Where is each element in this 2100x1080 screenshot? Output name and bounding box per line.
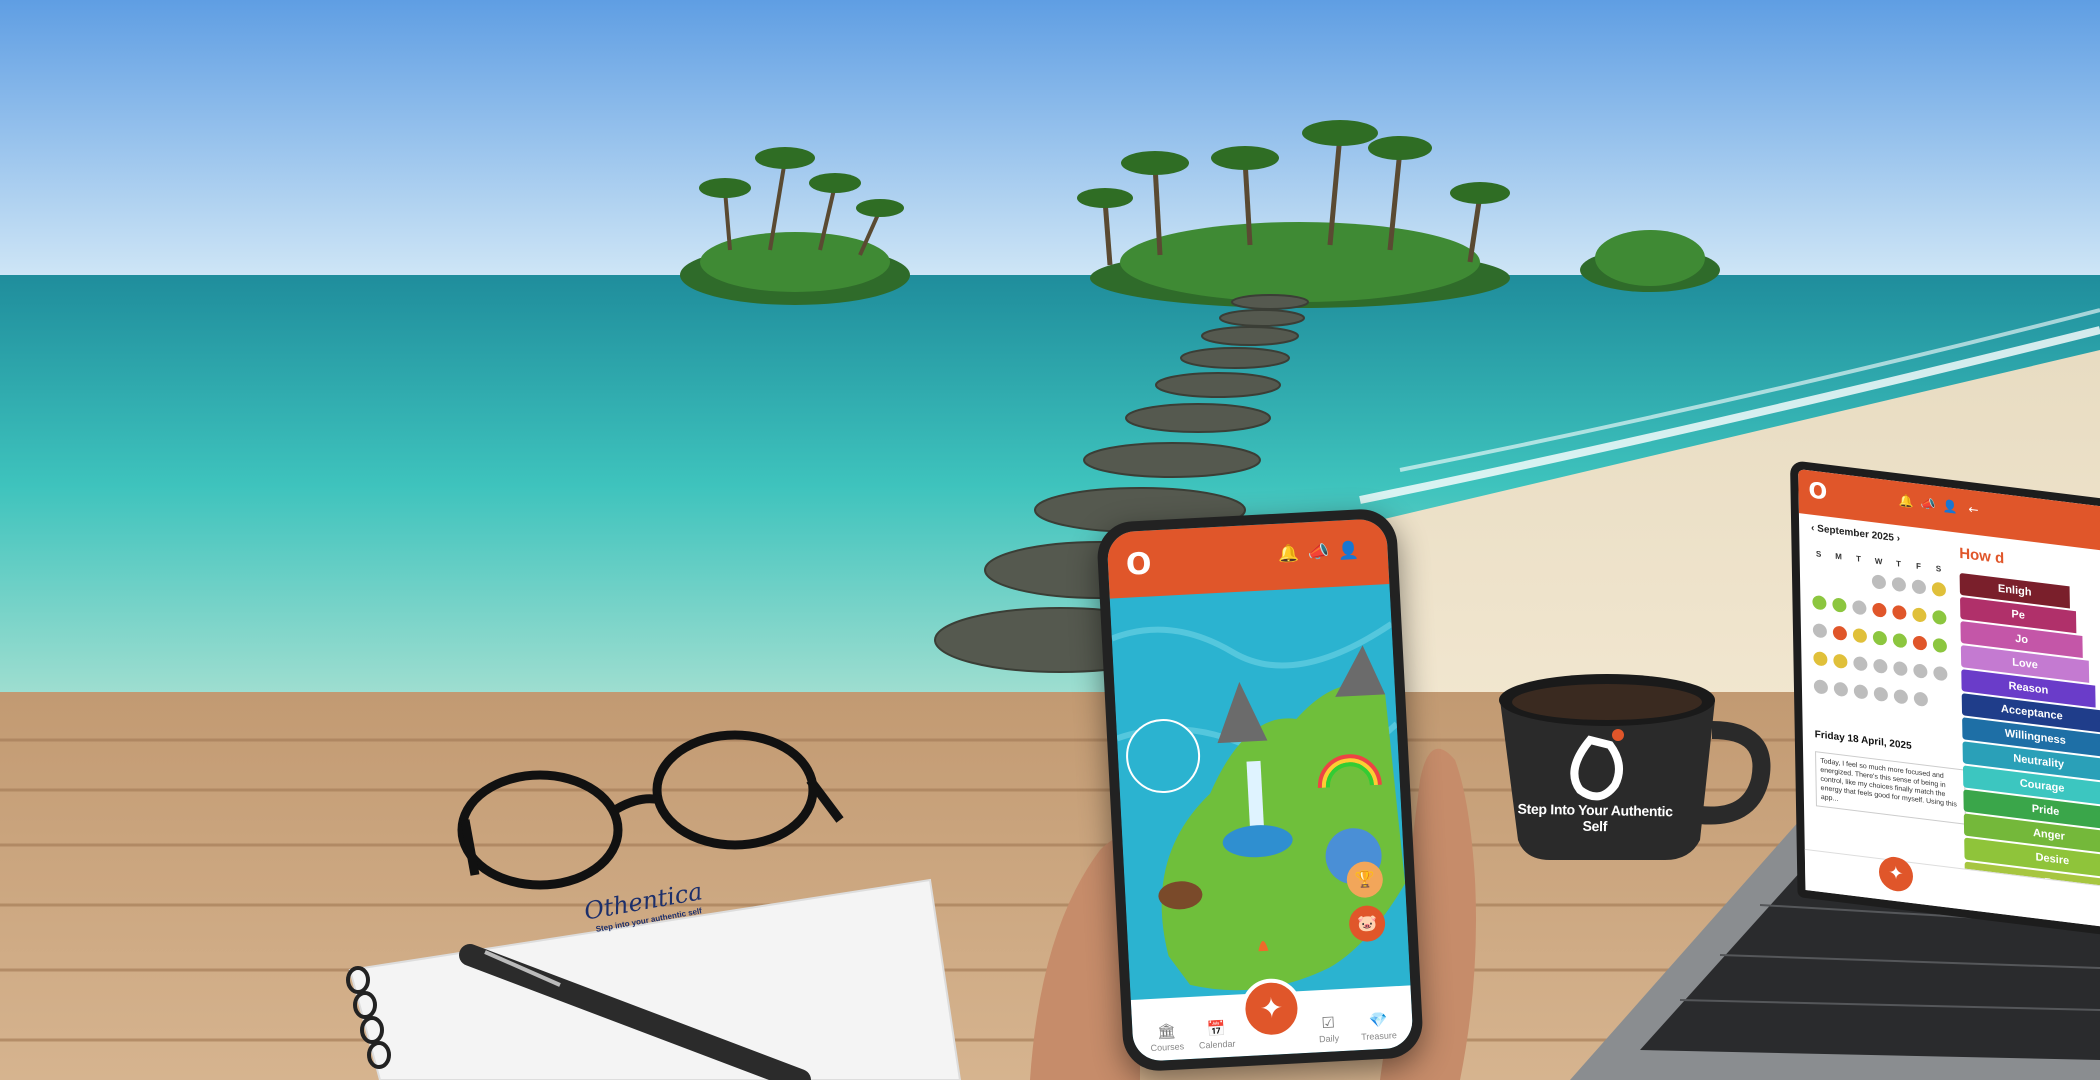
sky	[0, 0, 2100, 278]
megaphone-icon[interactable]: 📣	[1920, 496, 1935, 512]
nav-calendar-label: Calendar	[1198, 1038, 1236, 1051]
beach-scene	[0, 0, 2100, 1080]
calendar-day[interactable]	[1813, 650, 1828, 667]
nav-treasure-label: Treasure	[1360, 1030, 1398, 1043]
user-icon[interactable]: 👤	[1942, 499, 1957, 515]
calendar-day[interactable]	[1913, 691, 1928, 708]
checklist-icon: ☑	[1321, 1013, 1336, 1033]
calendar-day[interactable]	[1812, 622, 1828, 639]
calendar-day[interactable]	[1853, 655, 1868, 672]
calendar-day[interactable]	[1892, 632, 1908, 649]
calendar-day[interactable]	[1812, 594, 1827, 611]
calendar-day[interactable]	[1852, 599, 1867, 616]
calendar-day[interactable]	[1833, 681, 1849, 698]
journal-entry[interactable]: Today, I feel so much more focused and e…	[1815, 751, 1966, 825]
calendar-day[interactable]	[1873, 658, 1888, 675]
calendar-day[interactable]	[1911, 579, 1927, 595]
calendar-day[interactable]	[1813, 678, 1829, 695]
weekday-label: S	[1815, 549, 1822, 559]
bell-icon[interactable]: 🔔	[1898, 493, 1913, 509]
weekday-label: F	[1916, 561, 1922, 572]
nav-courses[interactable]: 🏛 Courses	[1142, 1021, 1192, 1053]
compass-button[interactable]: ✦	[1878, 854, 1914, 894]
calendar-day[interactable]	[1932, 609, 1947, 626]
app-logo: O	[1125, 546, 1153, 583]
calendar-day[interactable]	[1933, 665, 1948, 682]
weekday-label: M	[1835, 551, 1842, 562]
mood-prompt: How d	[1959, 544, 2005, 568]
calendar-day[interactable]	[1832, 625, 1848, 642]
weekday-label: W	[1874, 556, 1883, 567]
month-selector[interactable]: ‹ September 2025 ›	[1811, 523, 1900, 545]
calendar-day[interactable]	[1871, 574, 1887, 590]
courses-icon: 🏛	[1156, 1021, 1177, 1041]
nav-daily-label: Daily	[1318, 1033, 1340, 1045]
calendar-day[interactable]	[1872, 602, 1887, 618]
calendar-day[interactable]	[1932, 637, 1948, 654]
bell-icon[interactable]: 🔔	[1277, 543, 1300, 566]
nav-treasure[interactable]: 💎 Treasure	[1354, 1010, 1404, 1042]
calendar-day[interactable]	[1913, 663, 1928, 679]
phone: O 🔔 📣 👤 🏆 🐷 🏛 Courses 📅 Calendar ☑ Daily 💎 T…	[1095, 507, 1425, 1073]
calendar-day[interactable]	[1912, 635, 1928, 651]
calendar-day[interactable]	[1893, 688, 1908, 705]
calendar-day[interactable]	[1892, 604, 1907, 621]
laptop-screen: O 🔔 📣 👤 ← ‹ September 2025 › S M T W T F S Fri…	[1790, 460, 2100, 940]
calendar-day[interactable]	[1931, 581, 1947, 598]
weekday-label: T	[1856, 554, 1862, 564]
mug-slogan: Step Into Your Authentic Self	[1517, 800, 1673, 835]
diamond-icon: 💎	[1368, 1010, 1389, 1030]
nav-daily[interactable]: ☑ Daily	[1304, 1013, 1354, 1045]
back-arrow-icon[interactable]: ←	[1968, 502, 1978, 517]
calendar-day[interactable]	[1832, 597, 1847, 613]
island-map[interactable]	[1109, 583, 1412, 1017]
nav-courses-label: Courses	[1150, 1041, 1185, 1054]
calendar-day[interactable]	[1893, 660, 1908, 677]
megaphone-icon[interactable]: 📣	[1307, 541, 1330, 564]
nav-calendar[interactable]: 📅 Calendar	[1192, 1018, 1242, 1050]
calendar-icon: 📅	[1206, 1019, 1227, 1039]
calendar-day[interactable]	[1873, 686, 1888, 703]
weekday-label: T	[1896, 559, 1902, 569]
calendar-day[interactable]	[1891, 576, 1907, 593]
weekday-label: S	[1935, 563, 1942, 574]
calendar-day[interactable]	[1912, 607, 1927, 623]
user-icon[interactable]: 👤	[1337, 539, 1360, 562]
calendar-day[interactable]	[1852, 627, 1868, 644]
laptop-app-logo: O	[1808, 478, 1828, 506]
calendar-day[interactable]	[1833, 653, 1848, 670]
journal-date: Friday 18 April, 2025	[1814, 729, 1912, 753]
calendar-day[interactable]	[1853, 683, 1869, 700]
phone-screen: O 🔔 📣 👤 🏆 🐷 🏛 Courses 📅 Calendar ☑ Daily 💎 T…	[1106, 518, 1414, 1062]
calendar-day[interactable]	[1872, 630, 1888, 646]
